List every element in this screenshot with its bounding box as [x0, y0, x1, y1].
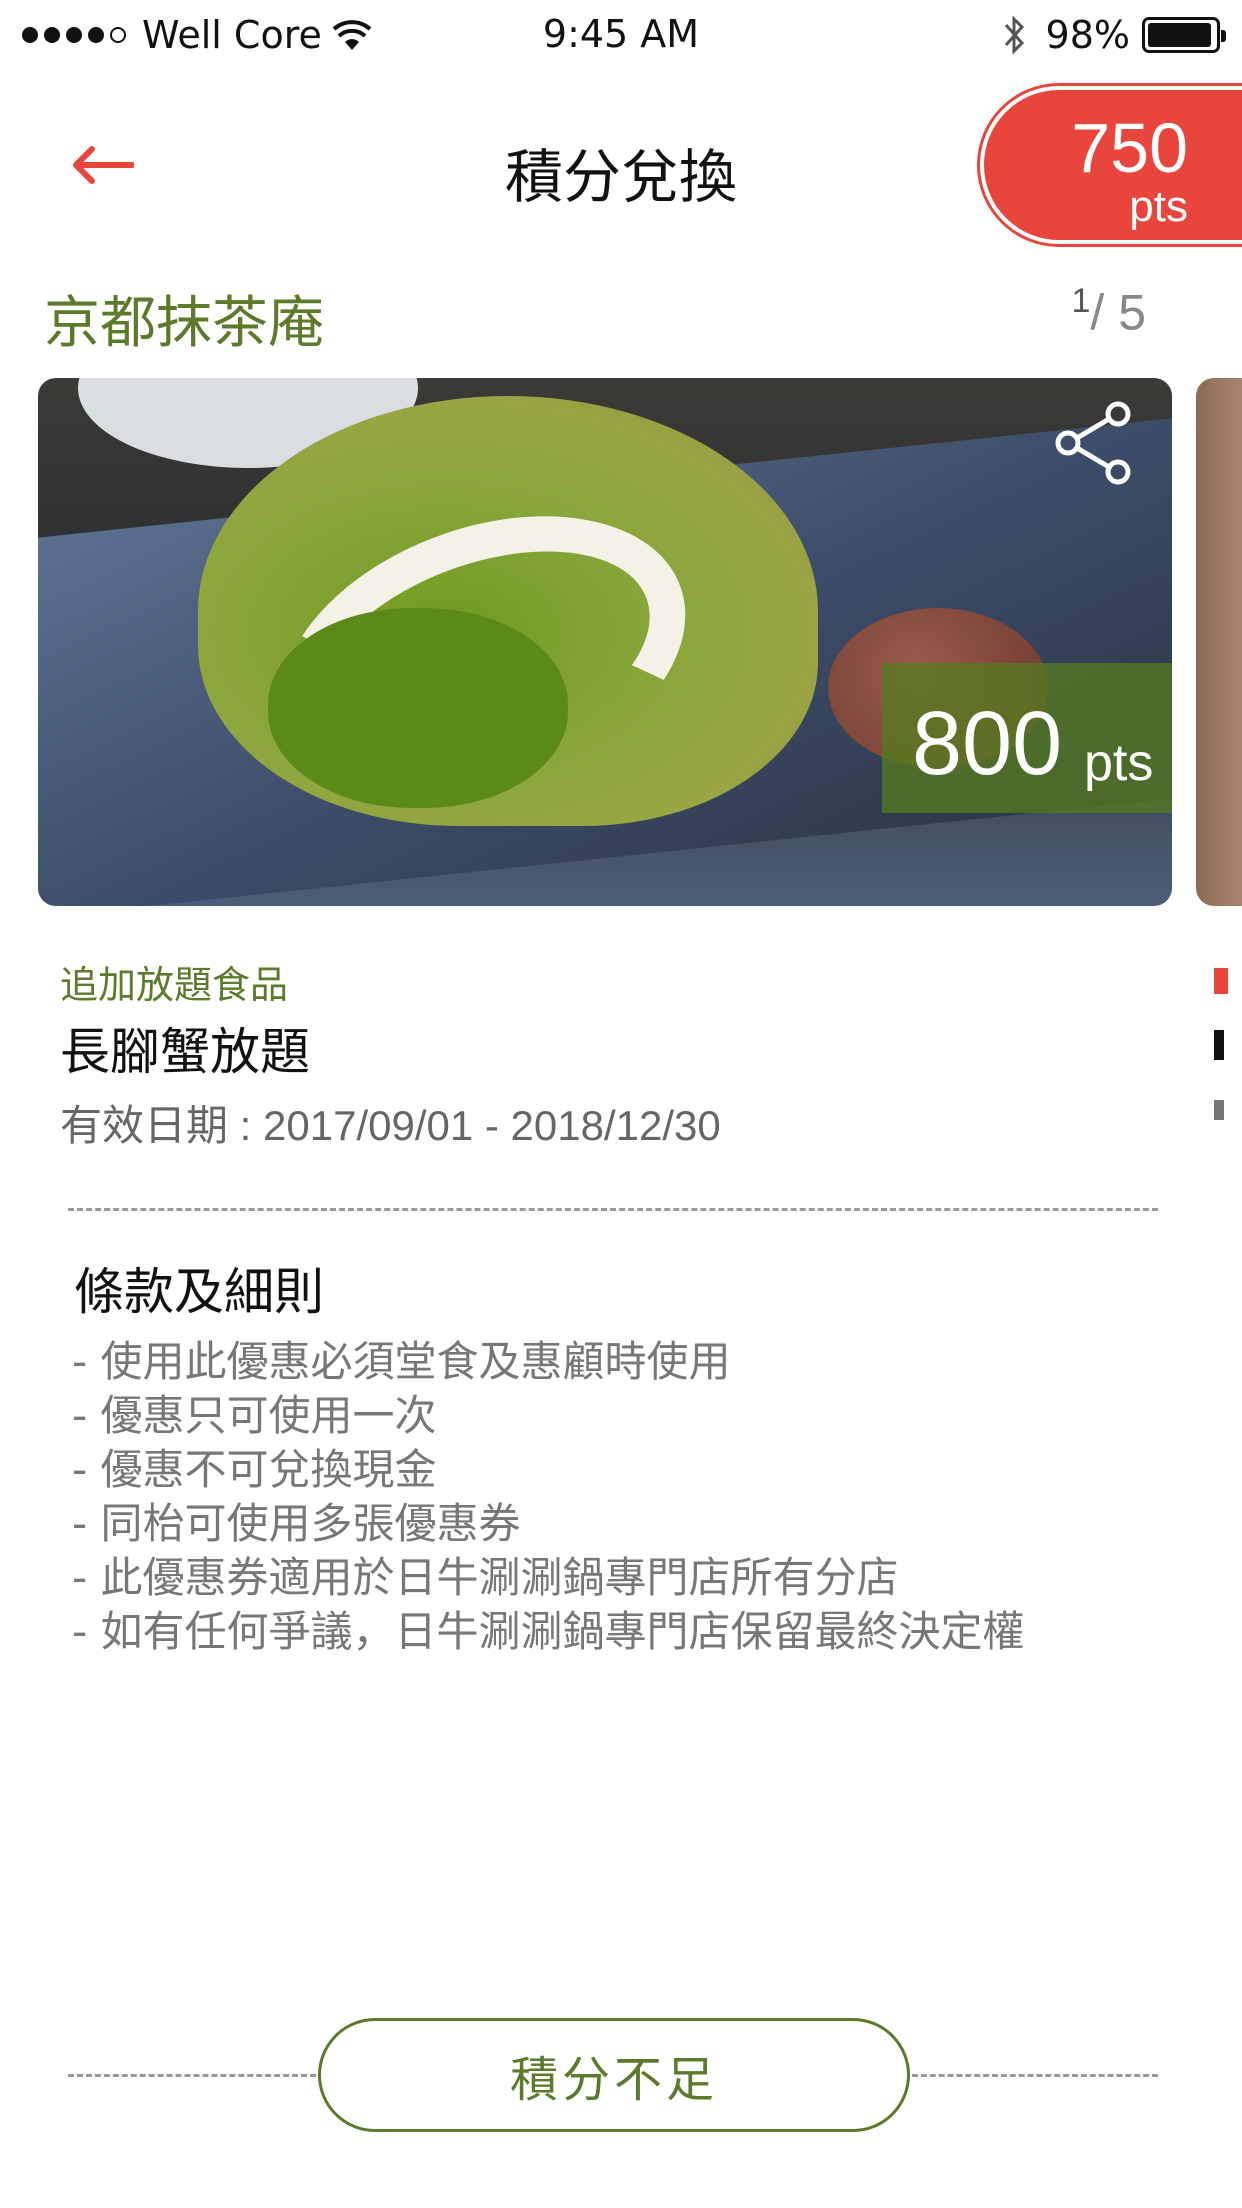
- divider: [68, 2074, 316, 2077]
- bluetooth-icon: [1004, 15, 1024, 55]
- terms-item: - 如有任何爭議，日牛涮涮鍋專門店保留最終決定權: [72, 1607, 1025, 1656]
- price-unit: pts: [1084, 734, 1154, 792]
- points-balance-unit: pts: [1129, 182, 1188, 231]
- status-right: 98%: [1002, 12, 1226, 58]
- next-card-peek[interactable]: [1196, 378, 1242, 906]
- item-title: 長腳蟹放題: [60, 1023, 310, 1081]
- price-tag: 800 pts: [882, 663, 1172, 813]
- battery-percent: 98%: [1045, 13, 1130, 57]
- divider: [912, 2074, 1158, 2077]
- divider: [68, 1208, 1158, 1211]
- share-icon[interactable]: [1052, 400, 1138, 486]
- points-balance-value: 750: [1071, 109, 1188, 187]
- points-balance-badge: 750 pts: [980, 86, 1242, 244]
- status-bar: Well Core 9:45 AM 98%: [0, 0, 1242, 70]
- terms-item: - 使用此優惠必須堂食及惠顧時使用: [72, 1337, 731, 1386]
- page-indicator: 1/ 5: [1071, 282, 1146, 342]
- terms-title: 條款及細則: [74, 1263, 324, 1321]
- terms-item: - 優惠只可使用一次: [72, 1391, 437, 1440]
- terms-item: - 此優惠券適用於日牛涮涮鍋專門店所有分店: [72, 1553, 899, 1602]
- validity-period: 有效日期 : 2017/09/01 - 2018/12/30: [60, 1102, 721, 1149]
- reward-card-image[interactable]: 800 pts: [38, 378, 1172, 906]
- terms-item: - 同枱可使用多張優惠券: [72, 1499, 521, 1548]
- terms-list: - 使用此優惠必須堂食及惠顧時使用 - 優惠只可使用一次 - 優惠不可兌換現金 …: [72, 1335, 1025, 1659]
- price-value: 800: [912, 694, 1063, 794]
- terms-item: - 優惠不可兌換現金: [72, 1445, 437, 1494]
- store-name: 京都抹茶庵: [44, 291, 324, 356]
- page-total: / 5: [1090, 284, 1146, 341]
- page-current: 1: [1071, 282, 1091, 320]
- insufficient-points-button[interactable]: 積分不足: [318, 2018, 910, 2132]
- battery-icon: [1142, 17, 1226, 53]
- cake-center-shape: [268, 608, 568, 808]
- item-category: 追加放題食品: [60, 963, 289, 1007]
